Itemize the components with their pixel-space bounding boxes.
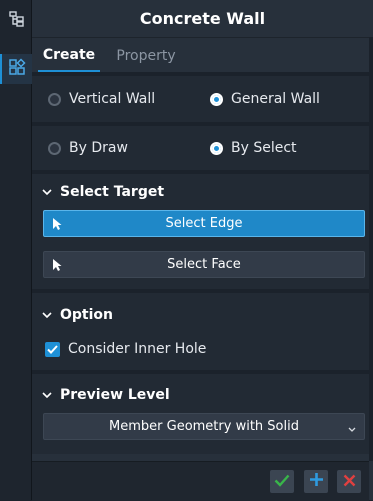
- by-draw-label: By Draw: [69, 140, 128, 156]
- radio-unselected-icon: [48, 92, 61, 106]
- wall-type-section: Vertical Wall General Wall: [32, 72, 369, 122]
- preview-level-title: Preview Level: [60, 387, 170, 403]
- select-target-header[interactable]: Select Target: [32, 174, 369, 210]
- cancel-button[interactable]: [337, 470, 361, 493]
- panel-scrollbar[interactable]: [369, 37, 373, 461]
- by-draw-radio[interactable]: By Draw: [48, 140, 210, 156]
- select-face-label: Select Face: [167, 257, 241, 272]
- radio-selected-icon: [210, 92, 223, 106]
- method-section: By Draw By Select: [32, 122, 369, 170]
- select-target-section: Select Target Select Edge Select Face: [32, 170, 369, 289]
- preview-level-header[interactable]: Preview Level: [32, 377, 369, 413]
- footer-bar: [32, 461, 369, 501]
- general-wall-radio[interactable]: General Wall: [210, 91, 320, 107]
- consider-inner-hole-checkbox[interactable]: Consider Inner Hole: [32, 333, 369, 365]
- select-target-title: Select Target: [60, 184, 165, 200]
- by-select-radio[interactable]: By Select: [210, 140, 297, 156]
- check-icon: [274, 472, 290, 491]
- option-header[interactable]: Option: [32, 297, 369, 333]
- close-icon: [343, 472, 356, 491]
- tab-create[interactable]: Create: [38, 40, 100, 72]
- select-edge-button[interactable]: Select Edge: [43, 210, 365, 237]
- grid-shapes-icon: [8, 58, 26, 80]
- chevron-down-icon: [42, 310, 52, 320]
- chevron-down-icon: [348, 422, 356, 437]
- cursor-arrow-icon: [52, 217, 62, 235]
- chevron-down-icon: [42, 390, 52, 400]
- select-face-button[interactable]: Select Face: [43, 251, 365, 278]
- left-rail: [0, 0, 32, 500]
- tree-hierarchy-icon: [8, 10, 26, 32]
- radio-selected-icon: [210, 141, 223, 155]
- plus-icon: [309, 472, 324, 491]
- checkmark-icon: [45, 341, 60, 357]
- radio-unselected-icon: [48, 141, 61, 155]
- by-select-label: By Select: [231, 140, 297, 156]
- general-wall-label: General Wall: [231, 91, 320, 107]
- cursor-arrow-icon: [52, 258, 62, 276]
- chevron-down-icon: [42, 187, 52, 197]
- vertical-wall-radio[interactable]: Vertical Wall: [48, 91, 210, 107]
- grid-shapes-button[interactable]: [0, 54, 32, 84]
- panel-title: Concrete Wall: [32, 0, 373, 38]
- add-button[interactable]: [304, 470, 328, 493]
- concrete-wall-panel: Concrete Wall Create Property Vertical W…: [32, 0, 373, 500]
- select-edge-label: Select Edge: [165, 216, 243, 231]
- vertical-wall-label: Vertical Wall: [69, 91, 156, 107]
- tab-property[interactable]: Property: [100, 40, 192, 72]
- option-title: Option: [60, 307, 113, 323]
- confirm-button[interactable]: [270, 470, 294, 493]
- preview-level-select[interactable]: Member Geometry with Solid: [43, 413, 365, 440]
- preview-level-section: Preview Level Member Geometry with Solid: [32, 370, 369, 454]
- preview-level-value: Member Geometry with Solid: [109, 419, 299, 434]
- consider-inner-hole-label: Consider Inner Hole: [68, 341, 207, 357]
- tree-hierarchy-button[interactable]: [4, 6, 30, 36]
- option-section: Option Consider Inner Hole: [32, 289, 369, 370]
- tab-bar: Create Property: [32, 38, 373, 72]
